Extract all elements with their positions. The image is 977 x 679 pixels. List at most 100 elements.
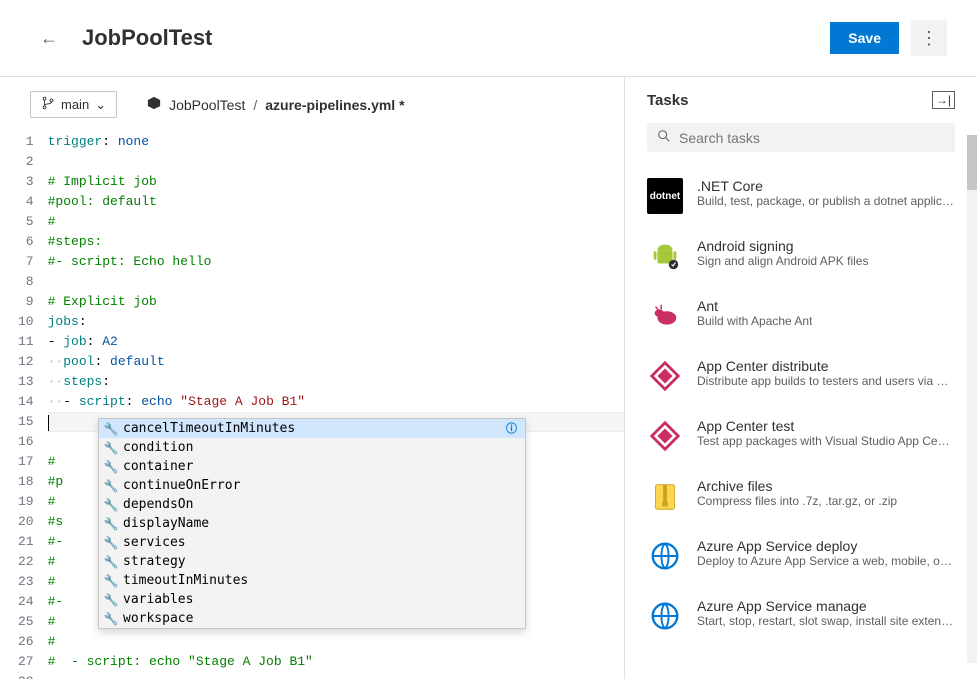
code-line[interactable]: #	[48, 212, 624, 232]
breadcrumb: JobPoolTest / azure-pipelines.yml *	[147, 96, 404, 113]
code-line[interactable]: #pool: default	[48, 192, 624, 212]
autocomplete-item[interactable]: 🔧strategy	[99, 552, 525, 571]
autocomplete-label: services	[123, 533, 521, 553]
wrench-icon: 🔧	[103, 514, 119, 534]
line-number: 15	[18, 412, 34, 432]
save-button[interactable]: Save	[830, 22, 899, 54]
code-line[interactable]: ··pool: default	[48, 352, 624, 372]
ant-icon	[647, 298, 683, 334]
tasks-collapse-icon[interactable]: →|	[932, 91, 955, 109]
line-number: 6	[18, 232, 34, 252]
task-desc: Test app packages with Visual Studio App…	[697, 434, 955, 448]
autocomplete-item[interactable]: 🔧workspace	[99, 609, 525, 628]
autocomplete-item[interactable]: 🔧variables	[99, 590, 525, 609]
wrench-icon: 🔧	[103, 590, 119, 610]
task-title: .NET Core	[697, 178, 955, 194]
line-number: 1	[18, 132, 34, 152]
code-line[interactable]: #- script: Echo hello	[48, 252, 624, 272]
autocomplete-label: timeoutInMinutes	[123, 571, 521, 591]
task-item[interactable]: App Center distributeDistribute app buil…	[647, 346, 955, 406]
task-desc: Deploy to Azure App Service a web, mobil…	[697, 554, 955, 568]
task-item[interactable]: Archive filesCompress files into .7z, .t…	[647, 466, 955, 526]
autocomplete-item[interactable]: 🔧cancelTimeoutInMinutesⓘ	[99, 419, 525, 438]
autocomplete-item[interactable]: 🔧services	[99, 533, 525, 552]
code-line[interactable]: jobs:	[48, 312, 624, 332]
code-line[interactable]: ··steps:	[48, 372, 624, 392]
appcenter-icon	[647, 418, 683, 454]
autocomplete-item[interactable]: 🔧condition	[99, 438, 525, 457]
autocomplete-label: continueOnError	[123, 476, 521, 496]
code-line[interactable]: #steps:	[48, 232, 624, 252]
line-number: 25	[18, 612, 34, 632]
task-item[interactable]: App Center testTest app packages with Vi…	[647, 406, 955, 466]
android-icon	[647, 238, 683, 274]
task-title: Ant	[697, 298, 812, 314]
task-item[interactable]: Azure App Service manageStart, stop, res…	[647, 586, 955, 646]
autocomplete-item[interactable]: 🔧container	[99, 457, 525, 476]
line-number: 24	[18, 592, 34, 612]
tasks-heading: Tasks	[647, 92, 688, 109]
more-button[interactable]: ⋮	[911, 20, 947, 56]
branch-selector[interactable]: main ⌄	[30, 91, 117, 118]
line-number: 21	[18, 532, 34, 552]
task-title: App Center test	[697, 418, 955, 434]
wrench-icon: 🔧	[103, 571, 119, 591]
autocomplete-item[interactable]: 🔧displayName	[99, 514, 525, 533]
code-line[interactable]: # Implicit job	[48, 172, 624, 192]
tasks-search-input[interactable]	[679, 130, 945, 146]
line-number: 26	[18, 632, 34, 652]
wrench-icon: 🔧	[103, 476, 119, 496]
back-arrow-icon[interactable]: ←	[40, 28, 58, 49]
code-line[interactable]: ··- script: echo "Stage A Job B1"	[48, 392, 624, 412]
task-title: Archive files	[697, 478, 897, 494]
repo-icon	[147, 96, 161, 113]
autocomplete-item[interactable]: 🔧continueOnError	[99, 476, 525, 495]
autocomplete-label: variables	[123, 590, 521, 610]
task-item[interactable]: dotnet.NET CoreBuild, test, package, or …	[647, 166, 955, 226]
task-title: Azure App Service manage	[697, 598, 955, 614]
wrench-icon: 🔧	[103, 552, 119, 572]
code-line[interactable]: # Explicit job	[48, 292, 624, 312]
line-number: 27	[18, 652, 34, 672]
wrench-icon: 🔧	[103, 533, 119, 553]
line-number: 8	[18, 272, 34, 292]
autocomplete-popup[interactable]: 🔧cancelTimeoutInMinutesⓘ🔧condition🔧conta…	[98, 418, 526, 629]
line-number: 12	[18, 352, 34, 372]
code-line[interactable]: #	[48, 632, 624, 652]
tasks-scrollbar-track[interactable]	[967, 135, 977, 663]
code-line[interactable]	[48, 672, 624, 679]
code-line[interactable]: # - script: echo "Stage A Job B1"	[48, 652, 624, 672]
code-line[interactable]: - job: A2	[48, 332, 624, 352]
code-line[interactable]: trigger: none	[48, 132, 624, 152]
autocomplete-label: cancelTimeoutInMinutes	[123, 419, 506, 439]
archive-icon	[647, 478, 683, 514]
breadcrumb-repo[interactable]: JobPoolTest	[169, 97, 245, 113]
line-number: 13	[18, 372, 34, 392]
task-item[interactable]: Android signingSign and align Android AP…	[647, 226, 955, 286]
task-title: App Center distribute	[697, 358, 955, 374]
line-number: 3	[18, 172, 34, 192]
line-number: 17	[18, 452, 34, 472]
task-item[interactable]: Azure App Service deployDeploy to Azure …	[647, 526, 955, 586]
line-number: 22	[18, 552, 34, 572]
code-line[interactable]	[48, 152, 624, 172]
line-number: 23	[18, 572, 34, 592]
code-editor[interactable]: 1234567891011121314151617181920212223242…	[0, 132, 624, 679]
info-icon[interactable]: ⓘ	[506, 419, 517, 439]
tasks-scrollbar-thumb[interactable]	[967, 135, 977, 190]
task-desc: Compress files into .7z, .tar.gz, or .zi…	[697, 494, 897, 508]
breadcrumb-separator: /	[253, 97, 257, 113]
tasks-search[interactable]	[647, 123, 955, 152]
autocomplete-label: displayName	[123, 514, 521, 534]
task-item[interactable]: AntBuild with Apache Ant	[647, 286, 955, 346]
autocomplete-item[interactable]: 🔧dependsOn	[99, 495, 525, 514]
branch-icon	[41, 96, 55, 113]
task-desc: Start, stop, restart, slot swap, install…	[697, 614, 955, 628]
line-number: 14	[18, 392, 34, 412]
task-desc: Distribute app builds to testers and use…	[697, 374, 955, 388]
code-line[interactable]	[48, 272, 624, 292]
autocomplete-item[interactable]: 🔧timeoutInMinutes	[99, 571, 525, 590]
wrench-icon: 🔧	[103, 438, 119, 458]
azure-icon	[647, 598, 683, 634]
branch-name: main	[61, 97, 89, 112]
